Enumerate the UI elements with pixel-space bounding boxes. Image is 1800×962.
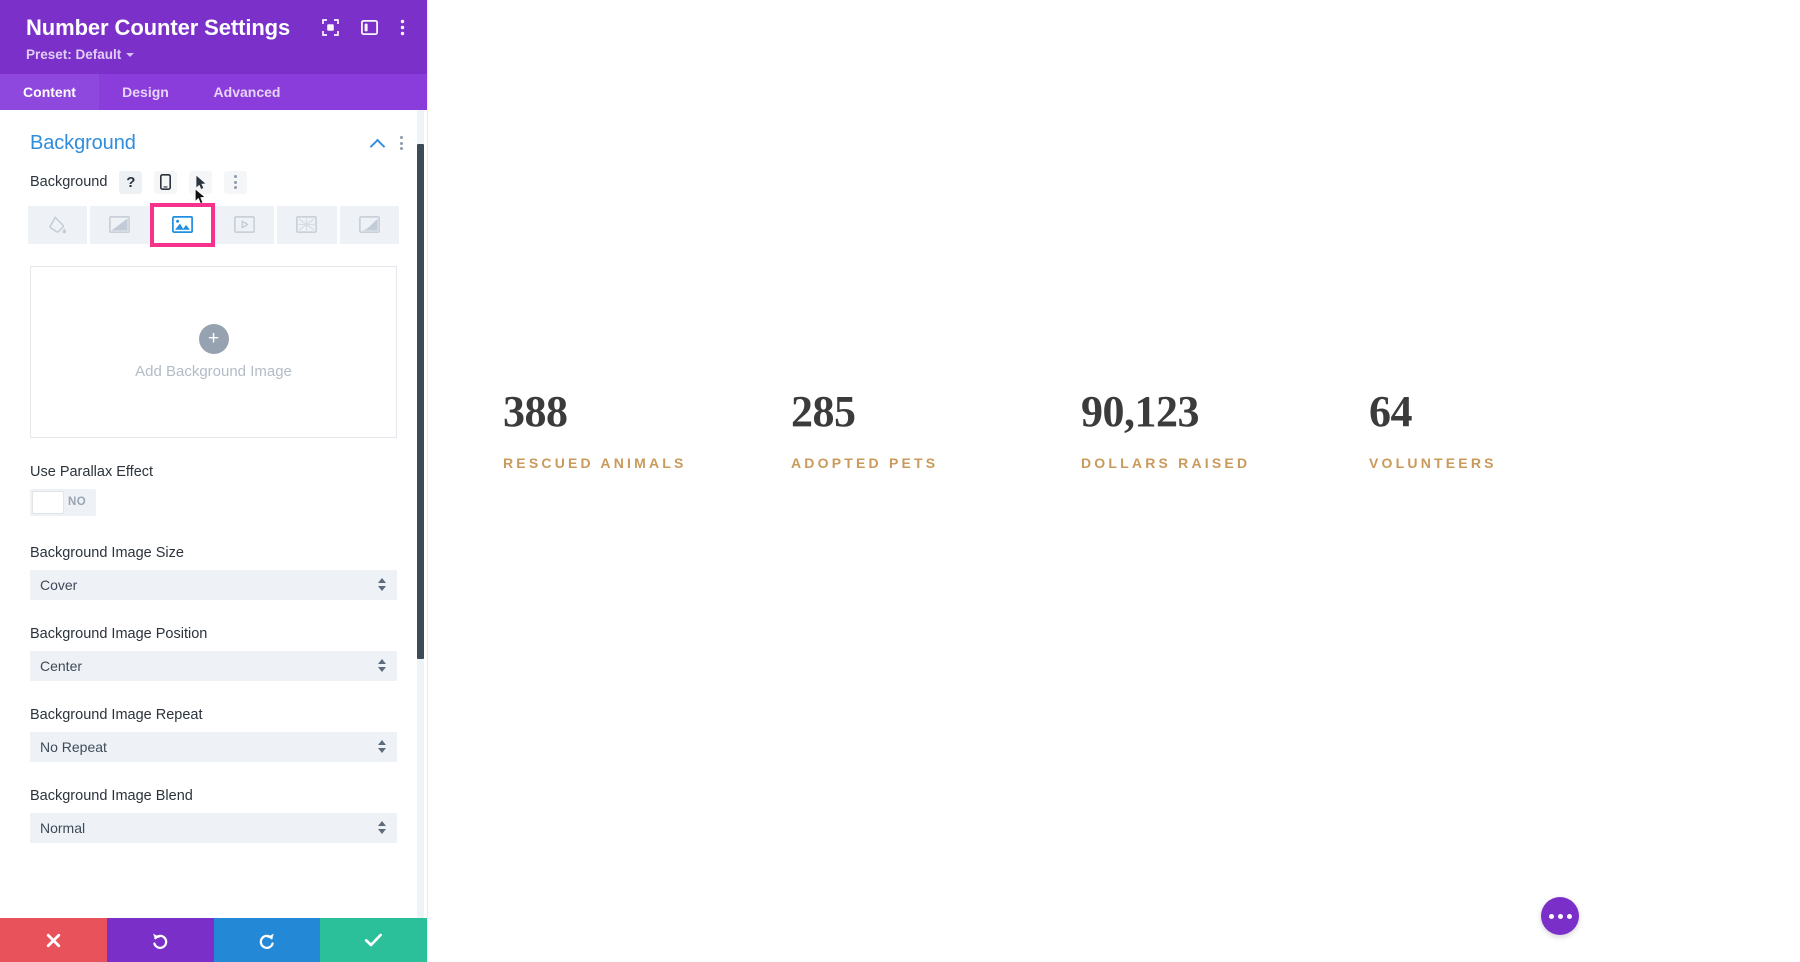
- focus-target-icon[interactable]: [322, 19, 339, 41]
- add-background-image-dropzone[interactable]: + Add Background Image: [30, 265, 397, 438]
- background-image-repeat-label: Background Image Repeat: [30, 706, 203, 723]
- more-vertical-icon[interactable]: [224, 170, 248, 194]
- undo-button[interactable]: [106, 918, 214, 962]
- more-vertical-icon[interactable]: [400, 19, 405, 41]
- panel-scroll-area: Background Background ? + Add Background…: [0, 110, 427, 919]
- stepper-arrows-icon[interactable]: [378, 740, 397, 753]
- background-image-size-label: Background Image Size: [30, 544, 184, 561]
- panel-header: Number Counter Settings Preset: Default: [0, 0, 427, 74]
- stepper-arrows-icon[interactable]: [378, 659, 397, 672]
- counter-label: Dollars Raised: [1081, 455, 1251, 471]
- page-settings-fab[interactable]: [1541, 897, 1579, 935]
- layout-panel-icon[interactable]: [360, 19, 378, 40]
- select-value: Cover: [40, 576, 78, 593]
- chevron-down-icon: [126, 53, 135, 57]
- parallax-label: Use Parallax Effect: [30, 463, 154, 480]
- question-mark-icon[interactable]: ?: [119, 170, 143, 194]
- scrollbar-thumb[interactable]: [417, 143, 424, 659]
- background-image-size-select[interactable]: Cover: [30, 569, 397, 600]
- counter-number: 90,123: [1081, 387, 1200, 436]
- plus-icon: +: [198, 323, 229, 354]
- parallax-toggle[interactable]: NO: [30, 488, 96, 516]
- preset-label: Preset: Default: [26, 46, 122, 62]
- background-image-repeat-select[interactable]: No Repeat: [30, 731, 397, 762]
- background-section-header: Background: [0, 110, 427, 167]
- counter-label: Adopted Pets: [791, 455, 939, 471]
- counter-label: Rescued Animals: [503, 455, 687, 471]
- cancel-button[interactable]: [0, 918, 107, 962]
- panel-tabs: Content Design Advanced: [0, 73, 427, 110]
- background-image-position-label: Background Image Position: [30, 625, 208, 642]
- background-image-blend-select[interactable]: Normal: [30, 812, 397, 843]
- number-counter-item[interactable]: 285 Adopted Pets: [791, 387, 1081, 472]
- section-title: Background: [30, 131, 136, 154]
- background-image-position-select[interactable]: Center: [30, 650, 397, 681]
- divi-builder-screen: Number Counter Settings Preset: Default …: [0, 0, 1800, 962]
- module-settings-panel: Number Counter Settings Preset: Default …: [0, 0, 428, 962]
- counter-number: 64: [1369, 387, 1413, 436]
- background-mask-tab[interactable]: [339, 205, 399, 244]
- more-horizontal-icon: [1557, 913, 1563, 919]
- page-preview-canvas: 388 Rescued Animals 285 Adopted Pets 90,…: [428, 0, 1800, 962]
- number-counter-item[interactable]: 90,123 Dollars Raised: [1081, 387, 1371, 472]
- background-gradient-tab[interactable]: [90, 205, 150, 244]
- number-counter-item[interactable]: 388 Rescued Animals: [503, 387, 793, 472]
- panel-header-icons: [322, 14, 405, 41]
- number-counter-item[interactable]: 64 Volunteers: [1369, 387, 1659, 472]
- background-field-label: Background: [30, 174, 108, 190]
- background-type-tabs: [28, 202, 399, 247]
- number-counter-row: 388 Rescued Animals 285 Adopted Pets 90,…: [428, 387, 1800, 472]
- background-pattern-tab[interactable]: [277, 205, 337, 244]
- counter-number: 388: [503, 387, 568, 436]
- stepper-arrows-icon[interactable]: [378, 578, 397, 591]
- panel-body: Background Background ? + Add Background…: [0, 109, 427, 919]
- background-color-tab[interactable]: [28, 205, 88, 244]
- background-image-blend-label: Background Image Blend: [30, 787, 193, 804]
- panel-scrollbar[interactable]: [417, 109, 424, 918]
- background-field-row: Background ?: [0, 170, 427, 194]
- stepper-arrows-icon[interactable]: [378, 821, 397, 834]
- tab-advanced[interactable]: Advanced: [192, 74, 302, 110]
- cursor-pointer-icon[interactable]: [189, 170, 213, 194]
- more-horizontal-icon: [1548, 913, 1554, 919]
- background-image-tab[interactable]: [149, 202, 216, 247]
- panel-title: Number Counter Settings: [26, 15, 291, 40]
- more-horizontal-icon: [1566, 913, 1572, 919]
- more-vertical-icon[interactable]: [400, 136, 403, 150]
- save-button[interactable]: [320, 918, 427, 962]
- select-value: No Repeat: [40, 738, 107, 755]
- mobile-device-icon[interactable]: [154, 170, 178, 194]
- chevron-up-icon[interactable]: [369, 138, 386, 154]
- select-value: Center: [40, 657, 83, 674]
- counter-number: 285: [791, 387, 856, 436]
- panel-footer: [0, 918, 427, 962]
- parallax-toggle-value: NO: [68, 496, 87, 508]
- add-background-image-label: Add Background Image: [135, 362, 292, 380]
- preset-selector[interactable]: Preset: Default: [26, 46, 135, 62]
- toggle-knob: [32, 490, 64, 514]
- background-video-tab[interactable]: [214, 205, 275, 244]
- redo-button[interactable]: [213, 918, 321, 962]
- tab-content[interactable]: Content: [0, 73, 99, 110]
- counter-label: Volunteers: [1369, 455, 1497, 471]
- select-value: Normal: [40, 819, 86, 836]
- tab-design[interactable]: Design: [99, 74, 192, 110]
